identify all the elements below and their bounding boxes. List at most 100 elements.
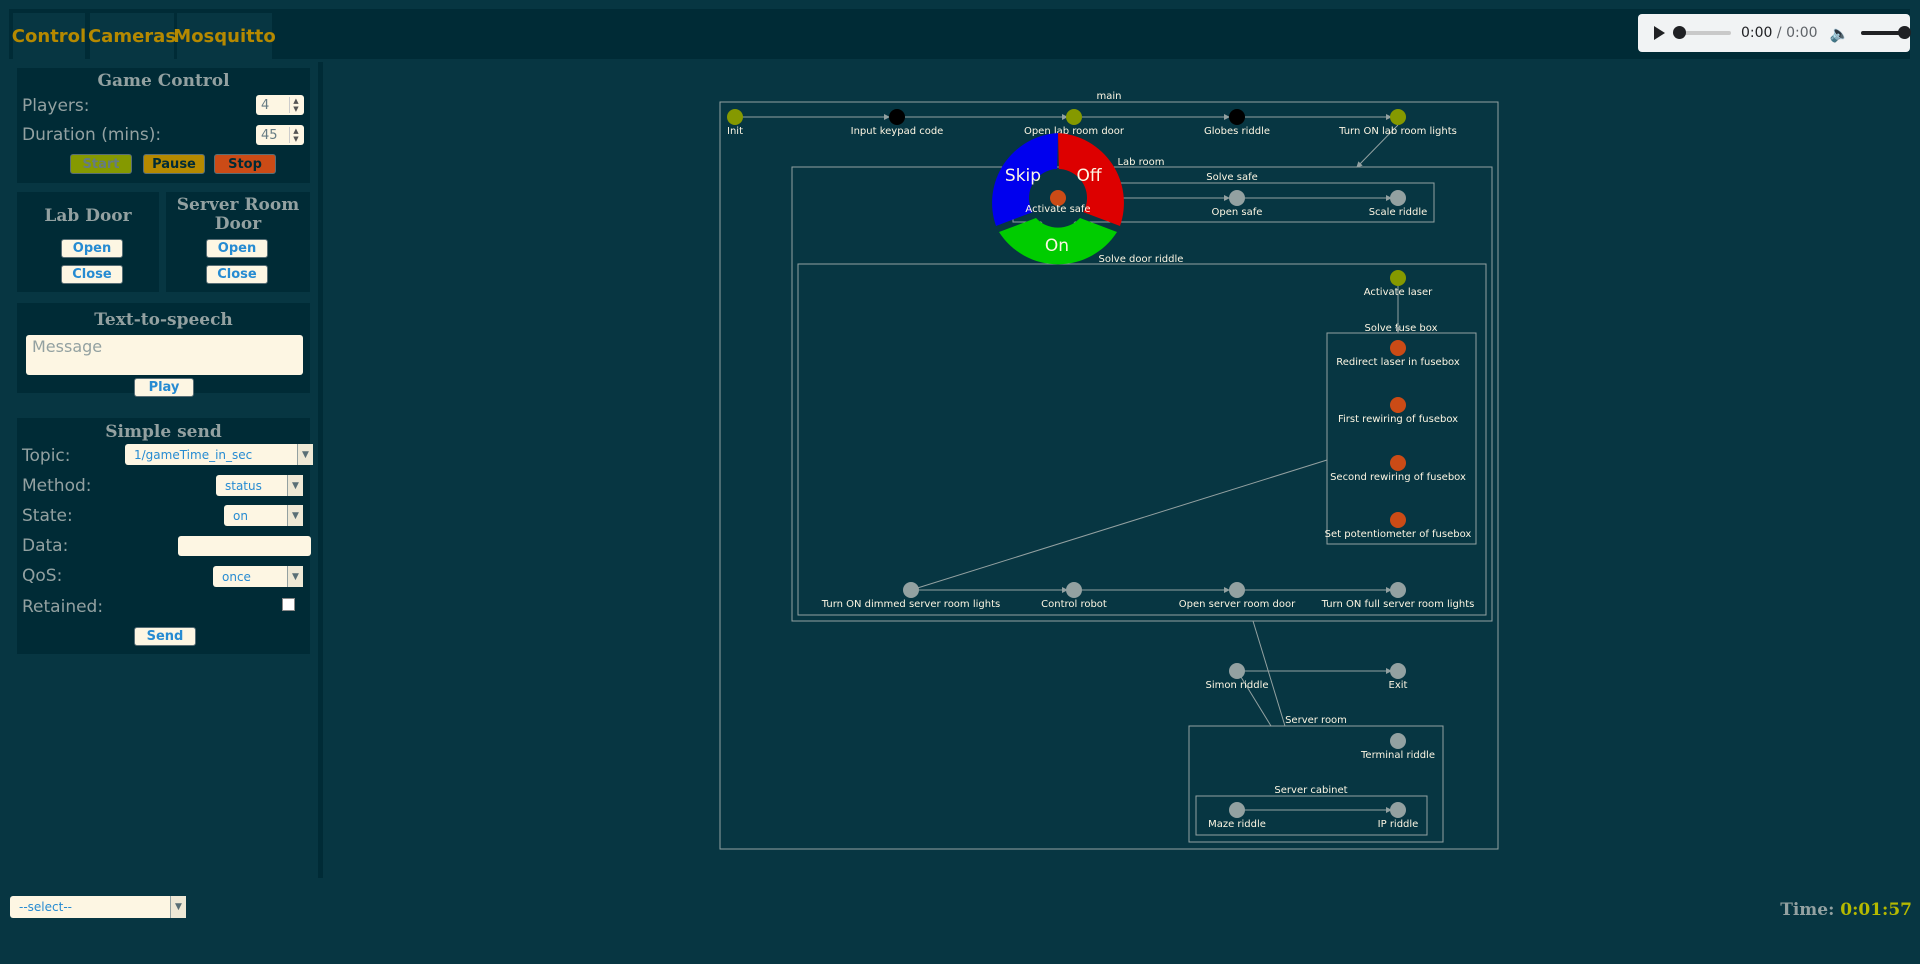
qos-label: QoS:	[22, 566, 63, 586]
graph-node[interactable]	[1390, 512, 1406, 528]
topic-label: Topic:	[22, 446, 71, 466]
graph-node[interactable]	[1229, 109, 1245, 125]
graph-node[interactable]	[1390, 190, 1406, 206]
message-textarea[interactable]: Message	[26, 335, 303, 375]
node-label: Control robot	[1041, 599, 1107, 610]
spinner-icon[interactable]: ▲ ▼	[289, 127, 302, 143]
chevron-down-icon[interactable]: ▼	[287, 505, 303, 526]
graph-node[interactable]	[1390, 455, 1406, 471]
method-value: status	[225, 478, 262, 493]
node-label: Open server room door	[1179, 599, 1296, 610]
server-door-title-line1: Server Room	[176, 195, 300, 215]
node-label: First rewiring of fusebox	[1338, 414, 1458, 425]
graph-node[interactable]	[727, 109, 743, 125]
audio-progress-slider[interactable]	[1673, 26, 1731, 39]
lab-door-open-button[interactable]: Open	[61, 239, 123, 258]
audio-duration: 0:00	[1786, 25, 1818, 41]
node-label: Scale riddle	[1369, 207, 1428, 218]
data-input[interactable]	[178, 536, 311, 556]
bottom-select-value: --select--	[19, 900, 72, 914]
data-label: Data:	[22, 536, 69, 556]
graph-node[interactable]	[1229, 190, 1245, 206]
graph-node[interactable]	[1066, 109, 1082, 125]
node-label: Maze riddle	[1208, 819, 1266, 830]
cluster-lab-room	[791, 166, 1493, 622]
chevron-down-icon[interactable]: ▼	[287, 475, 303, 496]
players-value: 4	[261, 97, 270, 113]
lab-door-close-button[interactable]: Close	[61, 265, 123, 284]
simple-send-title: Simple send	[105, 422, 222, 442]
duration-label: Duration (mins):	[22, 125, 162, 145]
graph-node[interactable]	[1229, 802, 1245, 818]
spinner-icon[interactable]: ▲ ▼	[289, 97, 302, 113]
main-area: Game Control Players: 4 ▲ ▼ Duration (mins…	[9, 62, 1910, 878]
stop-button[interactable]: Stop	[214, 154, 276, 174]
node-label: Globes riddle	[1204, 126, 1270, 137]
cluster-solve-door-riddle	[797, 263, 1487, 616]
state-select[interactable]: on ▼	[224, 505, 303, 526]
cluster-label: Solve fuse box	[1365, 323, 1438, 334]
graph-node[interactable]	[1229, 582, 1245, 598]
chevron-down-icon[interactable]: ▼	[287, 566, 303, 587]
graph-node[interactable]	[1390, 802, 1406, 818]
graph-node[interactable]	[1390, 582, 1406, 598]
audio-progress-knob[interactable]	[1673, 26, 1686, 39]
cluster-label: Server cabinet	[1274, 785, 1347, 796]
graph-edge	[1252, 620, 1286, 727]
server-door-panel: Server Room Door Open Close	[166, 192, 310, 292]
graph-node[interactable]	[1066, 582, 1082, 598]
graph-node[interactable]	[1390, 109, 1406, 125]
node-label: Turn ON dimmed server room lights	[821, 599, 1000, 610]
graph-node[interactable]	[889, 109, 905, 125]
duration-input[interactable]: 45 ▲ ▼	[256, 125, 304, 145]
graph-node[interactable]	[1229, 663, 1245, 679]
topic-value: 1/gameTime_in_sec	[134, 447, 253, 462]
graph-node[interactable]	[1390, 397, 1406, 413]
duration-value: 45	[261, 127, 278, 143]
bottom-select[interactable]: --select-- ▼	[10, 896, 186, 918]
topic-select[interactable]: 1/gameTime_in_sec ▼	[125, 444, 313, 465]
radial-on-label[interactable]: On	[1045, 236, 1069, 256]
node-label: Turn ON full server room lights	[1321, 599, 1475, 610]
cluster-label: Lab room	[1117, 157, 1164, 168]
node-label: Simon riddle	[1205, 680, 1268, 691]
graph-node[interactable]	[903, 582, 919, 598]
volume-icon[interactable]: 🔈	[1830, 24, 1850, 43]
node-label: Set potentiometer of fusebox	[1325, 529, 1472, 540]
graph-node[interactable]	[1390, 733, 1406, 749]
pause-button[interactable]: Pause	[143, 154, 205, 174]
qos-value: once	[222, 569, 251, 584]
tts-play-button[interactable]: Play	[134, 378, 194, 397]
start-button[interactable]: Start	[70, 154, 132, 174]
players-label: Players:	[22, 96, 90, 116]
play-icon[interactable]	[1654, 26, 1665, 40]
simple-send-panel: Simple send Topic: 1/gameTime_in_sec ▼ Me…	[17, 418, 313, 654]
send-button[interactable]: Send	[134, 627, 196, 646]
qos-select[interactable]: once ▼	[213, 566, 303, 587]
players-input[interactable]: 4 ▲ ▼	[256, 95, 304, 115]
server-door-close-button[interactable]: Close	[206, 265, 268, 284]
tab-mosquitto[interactable]: Mosquitto	[173, 13, 276, 59]
server-door-open-button[interactable]: Open	[206, 239, 268, 258]
volume-slider[interactable]	[1861, 26, 1912, 39]
graph-node[interactable]	[1390, 663, 1406, 679]
graph-node[interactable]	[1390, 270, 1406, 286]
retained-checkbox[interactable]	[282, 598, 295, 611]
tab-control[interactable]: Control	[12, 13, 86, 59]
node-label: Activate safe	[1025, 204, 1090, 215]
graph-edge	[910, 459, 1328, 592]
method-select[interactable]: status ▼	[216, 475, 303, 496]
tts-title: Text-to-speech	[94, 310, 233, 330]
volume-knob[interactable]	[1898, 26, 1912, 39]
server-door-title-line2: Door	[214, 214, 262, 234]
chevron-down-icon[interactable]: ▼	[170, 896, 186, 918]
chevron-down-icon[interactable]: ▼	[297, 444, 313, 465]
state-value: on	[233, 508, 248, 523]
server-door-title: Server Room Door	[166, 196, 310, 234]
node-label: Second rewiring of fusebox	[1330, 472, 1466, 483]
state-label: State:	[22, 506, 73, 526]
graph-node[interactable]	[1390, 340, 1406, 356]
radial-off-label[interactable]: Off	[1076, 166, 1102, 186]
radial-skip-label[interactable]: Skip	[1005, 166, 1041, 186]
tab-cameras[interactable]: Cameras	[88, 13, 176, 59]
